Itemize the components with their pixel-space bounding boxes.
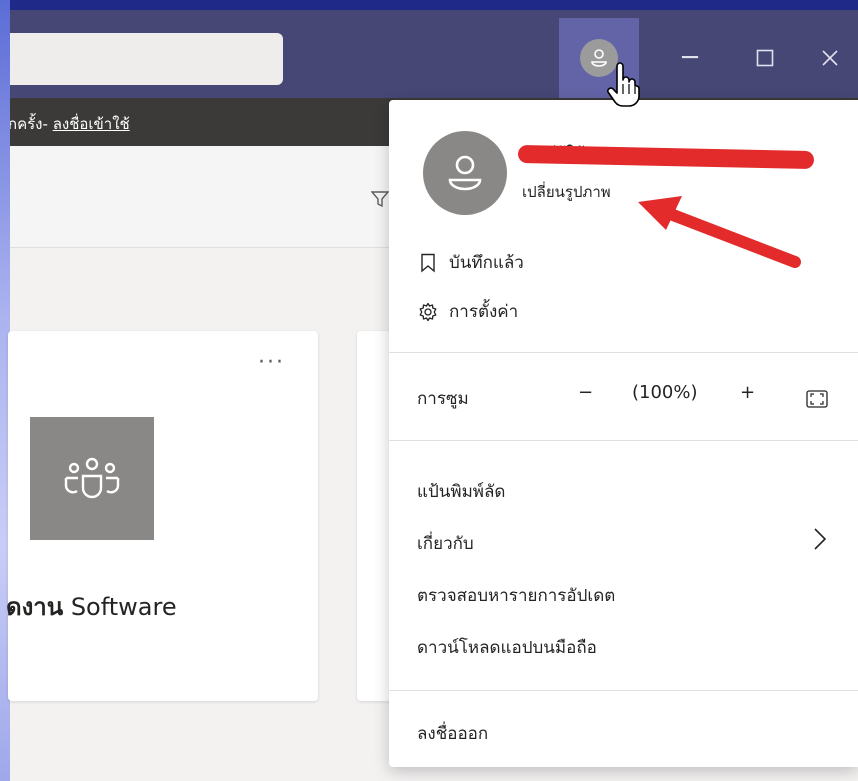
saved-item[interactable]: บันทึกแล้ว: [417, 249, 524, 276]
zoom-out-button[interactable]: −: [578, 382, 593, 403]
menu-divider: [389, 440, 858, 441]
close-button[interactable]: [800, 18, 858, 98]
change-photo-link[interactable]: เปลี่ยนรูปภาพ: [522, 180, 611, 204]
zoom-label: การซูม: [417, 389, 469, 409]
team-name-bold: ดงาน: [6, 593, 64, 621]
filter-icon[interactable]: [371, 190, 389, 208]
sign-out-item[interactable]: ลงชื่อออก: [417, 720, 488, 747]
settings-item[interactable]: การตั้งค่า: [417, 298, 518, 325]
saved-label: บันทึกแล้ว: [449, 253, 524, 273]
annotation-arrow: [638, 196, 801, 268]
download-mobile-item[interactable]: ดาวน์โหลดแอปบนมือถือ: [417, 634, 597, 661]
profile-avatar[interactable]: [423, 131, 507, 215]
settings-label: การตั้งค่า: [449, 302, 519, 322]
sign-in-link[interactable]: ลงชื่อเข้าใช้: [53, 115, 130, 133]
search-input[interactable]: [0, 33, 283, 85]
maximize-icon: [756, 49, 774, 67]
chevron-right-icon: [814, 528, 827, 550]
close-icon: [822, 50, 838, 66]
about-item[interactable]: เกี่ยวกับ: [417, 530, 474, 557]
keyboard-shortcuts-item[interactable]: แป้นพิมพ์ลัด: [417, 478, 505, 505]
menu-divider: [389, 352, 858, 353]
more-options-icon[interactable]: ···: [258, 352, 285, 374]
menu-divider: [389, 690, 858, 691]
notice-message: กครั้ง-: [8, 115, 53, 133]
person-avatar-icon: [448, 155, 482, 191]
bookmark-icon: [417, 252, 439, 274]
notice-text: กครั้ง- ลงชื่อเข้าใช้: [8, 112, 130, 136]
title-bar: ─: [0, 10, 858, 98]
team-name[interactable]: ดงาน Software: [6, 587, 177, 626]
fullscreen-icon[interactable]: [806, 390, 828, 408]
team-name-rest: Software: [63, 593, 177, 621]
minimize-button[interactable]: ─: [660, 18, 720, 98]
zoom-in-button[interactable]: +: [740, 382, 755, 403]
hand-cursor-icon: [607, 62, 640, 107]
desktop-top-edge: [0, 0, 858, 10]
gear-icon: [417, 301, 439, 323]
check-updates-item[interactable]: ตรวจสอบหารายการอัปเดต: [417, 582, 615, 609]
team-icon: [64, 457, 120, 498]
maximize-button[interactable]: [735, 18, 795, 98]
team-avatar: [30, 417, 154, 540]
zoom-level: (100%): [632, 382, 698, 403]
